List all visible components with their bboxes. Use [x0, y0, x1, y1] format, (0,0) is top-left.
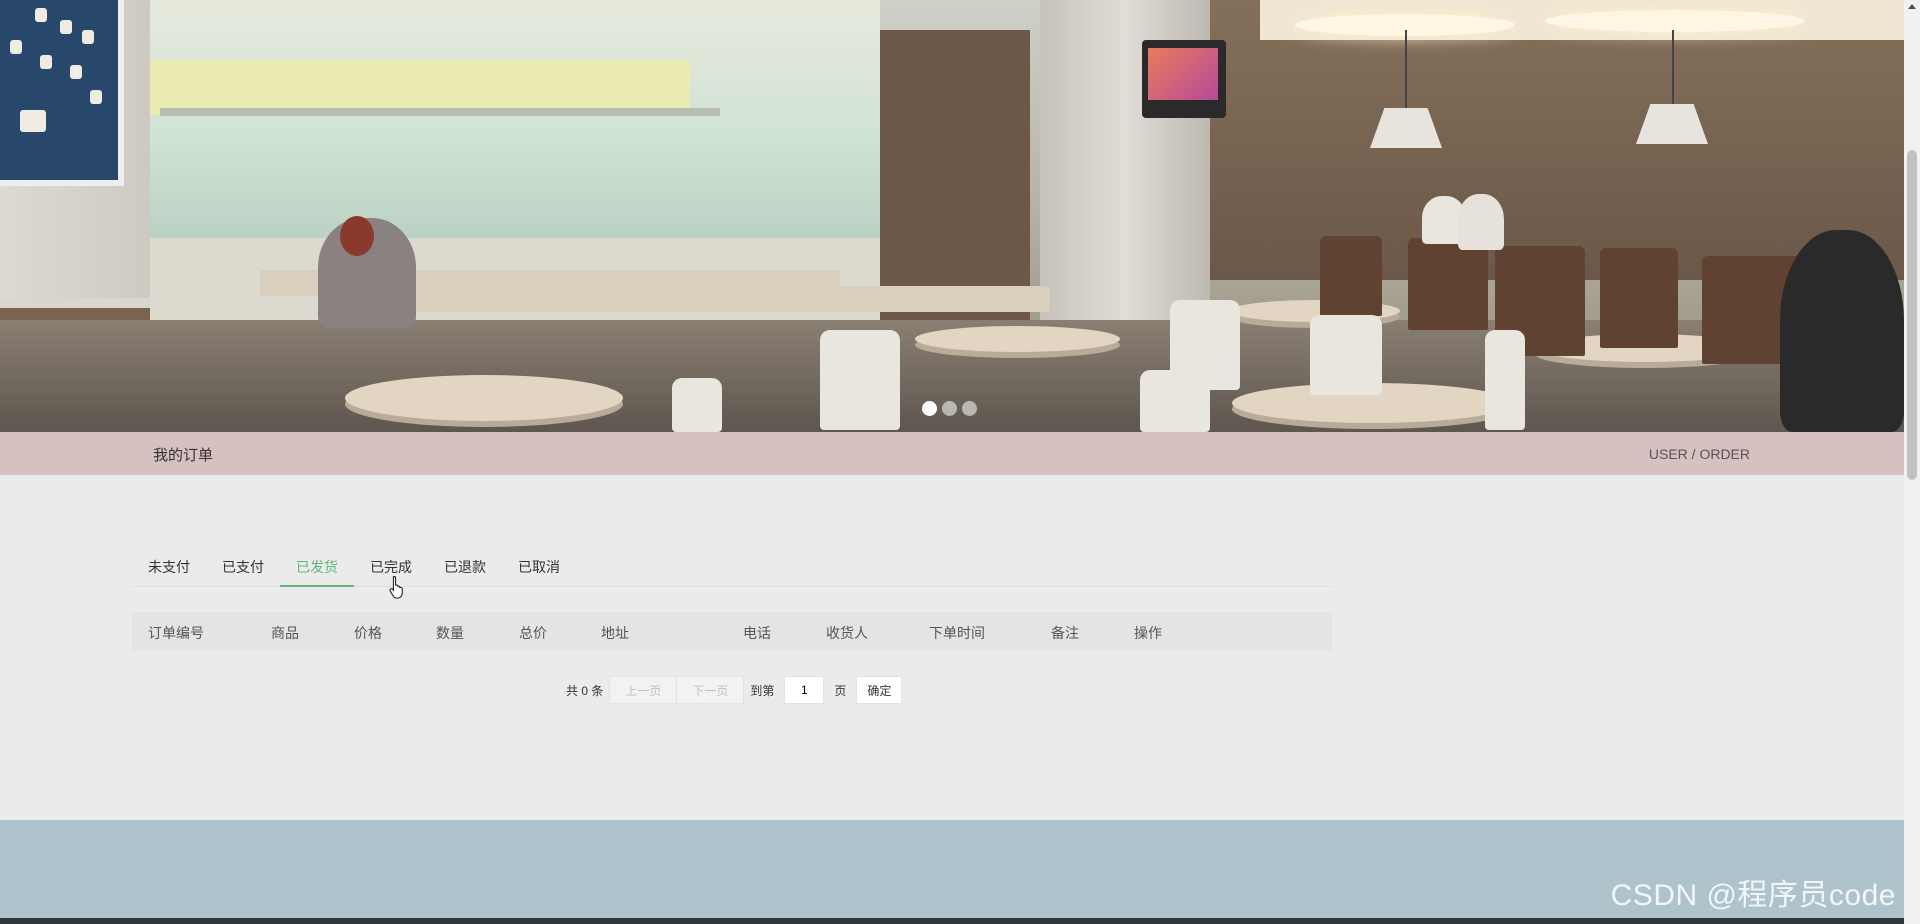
tab-shipped[interactable]: 已发货 — [280, 548, 354, 587]
pager-page-input[interactable] — [784, 676, 825, 704]
tab-unpaid[interactable]: 未支付 — [132, 548, 206, 586]
tab-paid[interactable]: 已支付 — [206, 548, 280, 586]
pager-confirm-button[interactable]: 确定 — [856, 676, 903, 704]
page-title: 我的订单 — [153, 447, 214, 464]
carousel-indicators — [922, 401, 977, 416]
column-header-phone: 电话 — [743, 625, 771, 641]
page: 我的订单 USER / ORDER 未支付 已支付 已发货 已完成 已退款 已取… — [0, 0, 1904, 924]
carousel-dot-1[interactable] — [922, 401, 937, 416]
scrollbar-thumb[interactable] — [1907, 150, 1917, 480]
column-header-order-no: 订单编号 — [148, 625, 204, 641]
scroll-up-arrow-icon[interactable] — [1908, 4, 1916, 9]
column-header-order-time: 下单时间 — [929, 625, 985, 641]
pager-page-suffix: 页 — [834, 683, 847, 698]
page-subtitle: USER / ORDER — [1648, 446, 1750, 462]
tv-image — [1142, 40, 1226, 118]
column-header-quantity: 数量 — [436, 625, 464, 641]
pager-goto-label: 到第 — [750, 683, 775, 698]
column-header-product: 商品 — [271, 625, 299, 641]
carousel-dot-3[interactable] — [962, 401, 977, 416]
section-title-bar: 我的订单 USER / ORDER — [0, 432, 1904, 475]
column-header-address: 地址 — [601, 625, 629, 641]
orders-table-header: 订单编号 商品 价格 数量 总价 地址 电话 收货人 下单时间 备注 操作 — [132, 612, 1332, 650]
pager-prev-button[interactable]: 上一页 — [609, 676, 678, 704]
pager-next-button[interactable]: 下一页 — [677, 676, 745, 704]
column-header-total: 总价 — [519, 625, 547, 641]
column-header-price: 价格 — [354, 625, 382, 641]
column-header-remark: 备注 — [1051, 625, 1079, 641]
footer-bottom-strip — [0, 918, 1904, 924]
banner-carousel — [0, 0, 1904, 432]
wall-poster-image — [0, 0, 124, 186]
tab-cancelled[interactable]: 已取消 — [502, 548, 576, 586]
pagination: 共 0 条 上一页 下一页 到第 页 确定 — [560, 676, 903, 704]
tab-refunded[interactable]: 已退款 — [428, 548, 502, 586]
vertical-scrollbar[interactable] — [1904, 0, 1920, 924]
watermark: CSDN @程序员code — [1610, 879, 1896, 912]
column-header-actions: 操作 — [1134, 625, 1162, 641]
carousel-dot-2[interactable] — [942, 401, 957, 416]
hand-cursor-icon — [389, 575, 403, 599]
pager-total-count: 共 0 条 — [566, 683, 604, 698]
order-status-tabs: 未支付 已支付 已发货 已完成 已退款 已取消 — [132, 548, 1332, 587]
column-header-receiver: 收货人 — [826, 625, 868, 641]
